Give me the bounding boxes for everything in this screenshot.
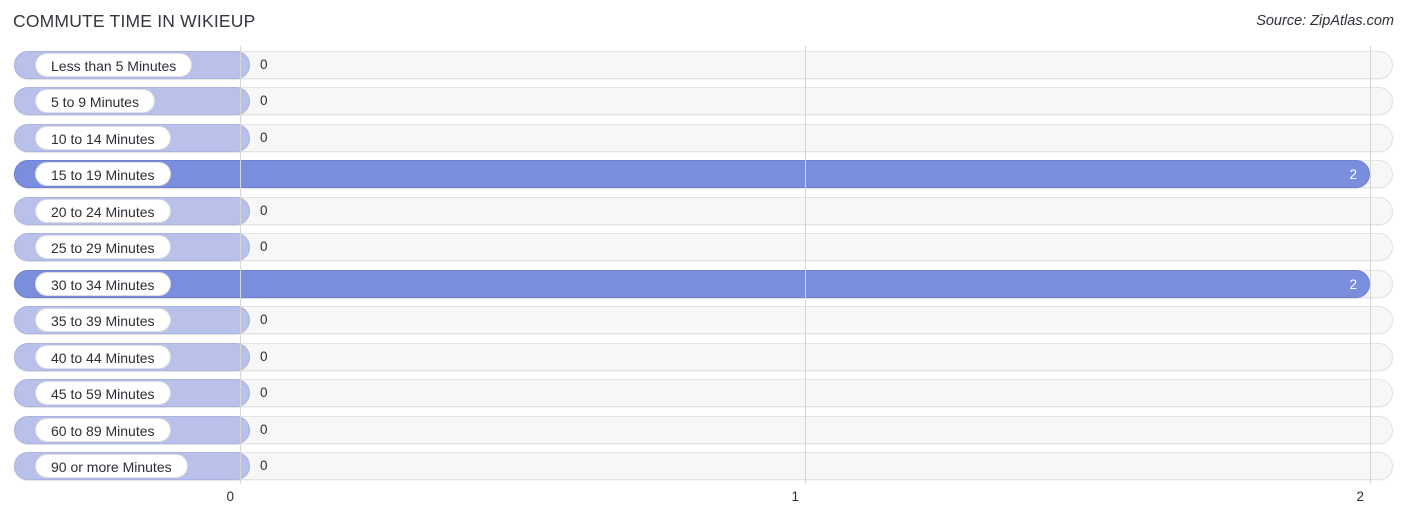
bar-row: 0 90 or more Minutes: [14, 451, 1393, 480]
bar-value-label: 0: [260, 421, 268, 437]
bar-fill[interactable]: 2: [14, 160, 1370, 189]
bar-category-label: 20 to 24 Minutes: [35, 198, 171, 223]
bar-row: 2 15 to 19 Minutes: [14, 160, 1393, 189]
bar-value-label: 0: [260, 57, 268, 72]
bar-value-label: 2: [1349, 276, 1357, 292]
bar-category-label: 10 to 14 Minutes: [35, 125, 171, 150]
x-axis: 0 1 2: [0, 484, 1406, 523]
bar-category-label: 15 to 19 Minutes: [35, 162, 171, 187]
bar-value-label: 0: [260, 239, 268, 255]
x-axis-tick-label: 2: [1356, 489, 1364, 504]
bar-row: 0 10 to 14 Minutes: [14, 123, 1393, 152]
chart-plot-area: 0 Less than 5 Minutes 0 5 to 9 Minutes 0 10 t…: [0, 46, 1406, 484]
x-axis-tick-label: 1: [791, 489, 799, 504]
bar-row: 0 40 to 44 Minutes: [14, 342, 1393, 371]
bar-category-label: 45 to 59 Minutes: [35, 381, 171, 406]
bar-row: 0 35 to 39 Minutes: [14, 306, 1393, 335]
bar-value-label: 0: [260, 312, 268, 328]
bar-row: 0 20 to 24 Minutes: [14, 196, 1393, 225]
bar-value-label: 0: [260, 457, 268, 473]
chart-header: COMMUTE TIME IN WIKIEUP Source: ZipAtlas…: [0, 0, 1406, 46]
bar-rows: 0 Less than 5 Minutes 0 5 to 9 Minutes 0 10 t…: [0, 46, 1406, 484]
bar-row: 0 25 to 29 Minutes: [14, 233, 1393, 262]
bar-category-label: 40 to 44 Minutes: [35, 344, 171, 369]
bar-category-label: 35 to 39 Minutes: [35, 308, 171, 333]
bar-category-label: 5 to 9 Minutes: [35, 89, 155, 114]
bar-value-label: 0: [260, 93, 268, 109]
bar-value-label: 0: [260, 129, 268, 145]
x-axis-tick-label: 0: [226, 489, 234, 504]
bar-value-label: 0: [260, 202, 268, 218]
bar-category-label: 60 to 89 Minutes: [35, 417, 171, 442]
bar-value-label: 0: [260, 348, 268, 364]
bar-fill[interactable]: 2: [14, 269, 1370, 298]
bar-row: 0 60 to 89 Minutes: [14, 415, 1393, 444]
bar-row: 0 Less than 5 Minutes: [14, 51, 1393, 79]
bar-row: 0 5 to 9 Minutes: [14, 87, 1393, 116]
bar-row: 2 30 to 34 Minutes: [14, 269, 1393, 298]
bar-value-label: 2: [1349, 167, 1357, 183]
source-attribution: Source: ZipAtlas.com: [1256, 13, 1394, 29]
bar-category-label: Less than 5 Minutes: [35, 53, 193, 77]
bar-value-label: 0: [260, 385, 268, 401]
bar-category-label: 30 to 34 Minutes: [35, 271, 171, 296]
bar-category-label: 90 or more Minutes: [35, 453, 188, 478]
bar-category-label: 25 to 29 Minutes: [35, 235, 171, 260]
bar-row: 0 45 to 59 Minutes: [14, 379, 1393, 408]
page-title: COMMUTE TIME IN WIKIEUP: [13, 11, 256, 31]
